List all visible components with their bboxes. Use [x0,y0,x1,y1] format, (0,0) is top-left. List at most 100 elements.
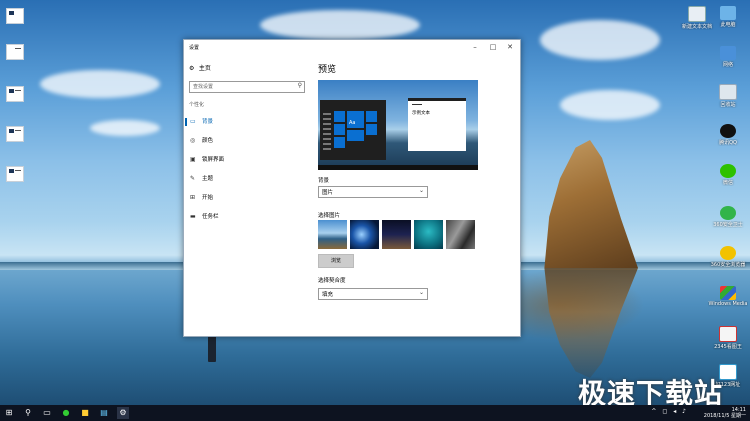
preview-tile [334,124,345,135]
desktop-icon-computer[interactable]: 此电脑 [708,6,748,28]
desktop-icon-media[interactable]: Windows Media [708,286,748,307]
desktop-icon-recycle-bin[interactable]: 回收站 [708,84,748,108]
desktop-icon-label: 360安全浏览器 [710,262,746,268]
background-dropdown[interactable]: 图片 ⌄ [318,186,428,198]
desktop-item[interactable] [6,166,24,182]
tile-thumbnail [9,129,14,133]
sidebar-item-lock-screen[interactable]: ▣ 锁屏界面 [184,154,309,166]
tile-thumbnail [15,170,21,171]
preview-taskbar [318,165,478,170]
media-icon[interactable]: ■ [79,407,91,419]
settings-icon[interactable]: ⚙ [117,407,129,419]
maximize-icon: □ [489,43,497,51]
desktop-icon-label: 网络 [722,62,733,68]
media-icon [720,286,736,300]
preview-tile [334,111,345,122]
computer-icon [720,6,736,20]
desktop-icon-qq[interactable]: 腾讯QQ [708,124,748,146]
sidebar-item-label: 锁屏界面 [202,157,225,163]
sidebar-item-label: 任务栏 [202,214,219,220]
desktop-item[interactable] [6,8,24,24]
desktop-icon-label: Windows Media [708,301,748,307]
cloud [540,20,660,60]
preview-tile-aa: Aa [347,111,364,128]
desktop-icon-label: 360安全卫士 [713,222,743,228]
cloud [40,70,160,98]
desktop-icon-viewer[interactable]: 2345看图王 [708,326,748,350]
desktop-item[interactable] [6,86,24,102]
recycle-bin-icon [719,84,737,100]
browse-button[interactable]: 浏览 [318,254,354,268]
taskbar: ⊞ ⚲ ▭ ● ■ ▤ ⚙ ^ ◻ ◂ ♪ 14:11 2018/11/5 星期… [0,405,750,421]
sidebar-item-taskbar[interactable]: ▬ 任务栏 [184,211,309,223]
desktop-icon-360-browser[interactable]: 360安全浏览器 [708,246,748,268]
360-safe-icon[interactable]: ● [60,407,72,419]
sidebar-item-label: 主题 [202,176,214,182]
maximize-button[interactable]: □ [486,42,500,52]
preview-sample-text: 示例文本 [412,111,430,116]
preview-image: Aa 示例文本 [318,80,478,170]
start-icon: ⊞ [190,194,196,201]
network-icon [720,46,736,60]
mountain-reflection [544,268,638,378]
system-tray-icons[interactable]: ^ ◻ ◂ ♪ [651,408,688,415]
preview-window: 示例文本 [408,98,466,151]
wallpaper-thumbnail[interactable] [350,220,379,249]
close-icon: ✕ [507,43,513,51]
tile-thumbnail [9,89,14,93]
tile-thumbnail [15,130,21,131]
windows-start-icon[interactable]: ⊞ [3,407,15,419]
theme-icon: ✎ [190,175,196,182]
sidebar-item-label: 背景 [202,119,214,125]
mountain [544,140,638,268]
minimize-icon: – [473,43,477,51]
wallpaper-thumbnail[interactable] [382,220,411,249]
360-browser-icon [720,246,736,260]
desktop-icon-label: 回收站 [720,102,736,108]
task-view-icon[interactable]: ▭ [41,407,53,419]
picture-icon: ▭ [190,118,196,125]
clock-date: 2018/11/5 星期一 [703,413,746,419]
sidebar-item-themes[interactable]: ✎ 主题 [184,173,309,185]
desktop-icon-wechat[interactable]: 微信 [708,164,748,186]
nav-home[interactable]: ⚙ 主页 [189,63,211,72]
preview-tile-text: Aa [349,120,356,126]
cloud [90,120,160,136]
cloud [260,10,420,40]
tile-thumbnail [15,90,21,91]
chevron-down-icon: ⌄ [418,289,424,296]
fit-dropdown[interactable]: 填充 ⌄ [318,288,428,300]
desktop-item[interactable] [6,126,24,142]
sidebar: ⚙ 主页 查找设置 ⚲ 个性化 ▭ 背景 ◎ 颜色 ▣ 锁屏界面 ✎ 主题 ⊞ … [184,54,309,334]
preview-start-menu: Aa [320,100,386,160]
title-bar[interactable]: 设置 – □ ✕ [184,40,520,54]
desktop-icon-label: 腾讯QQ [719,140,737,146]
close-button[interactable]: ✕ [503,42,517,52]
preview-tile [366,111,377,122]
wallpaper-thumbnail[interactable] [318,220,347,249]
palette-icon: ◎ [190,137,196,144]
background-dropdown-value: 图片 [322,190,334,196]
desktop-item[interactable] [6,44,24,60]
preview-tile [347,130,364,141]
tile-thumbnail [9,169,14,173]
file-explorer-icon[interactable]: ▤ [98,407,110,419]
desktop-icon-360-safe[interactable]: 360安全卫士 [708,206,748,228]
clock[interactable]: 14:11 2018/11/5 星期一 [704,407,746,419]
sidebar-item-background[interactable]: ▭ 背景 [184,116,309,128]
search-input[interactable]: 查找设置 ⚲ [189,81,305,93]
search-icon[interactable]: ⚲ [22,407,34,419]
desktop-icon-network[interactable]: 网络 [708,46,748,68]
sidebar-item-start[interactable]: ⊞ 开始 [184,192,309,204]
search-icon[interactable]: ⚲ [298,82,302,89]
viewer-icon [719,326,737,342]
fit-label: 选择契合度 [318,278,346,284]
cloud [560,90,660,120]
sidebar-item-label: 颜色 [202,138,214,144]
sidebar-item-colors[interactable]: ◎ 颜色 [184,135,309,147]
wallpaper-thumbnail[interactable] [414,220,443,249]
text-document-icon [688,6,706,22]
tile-thumbnail [15,48,21,49]
wallpaper-thumbnail[interactable] [446,220,475,249]
minimize-button[interactable]: – [468,42,482,52]
